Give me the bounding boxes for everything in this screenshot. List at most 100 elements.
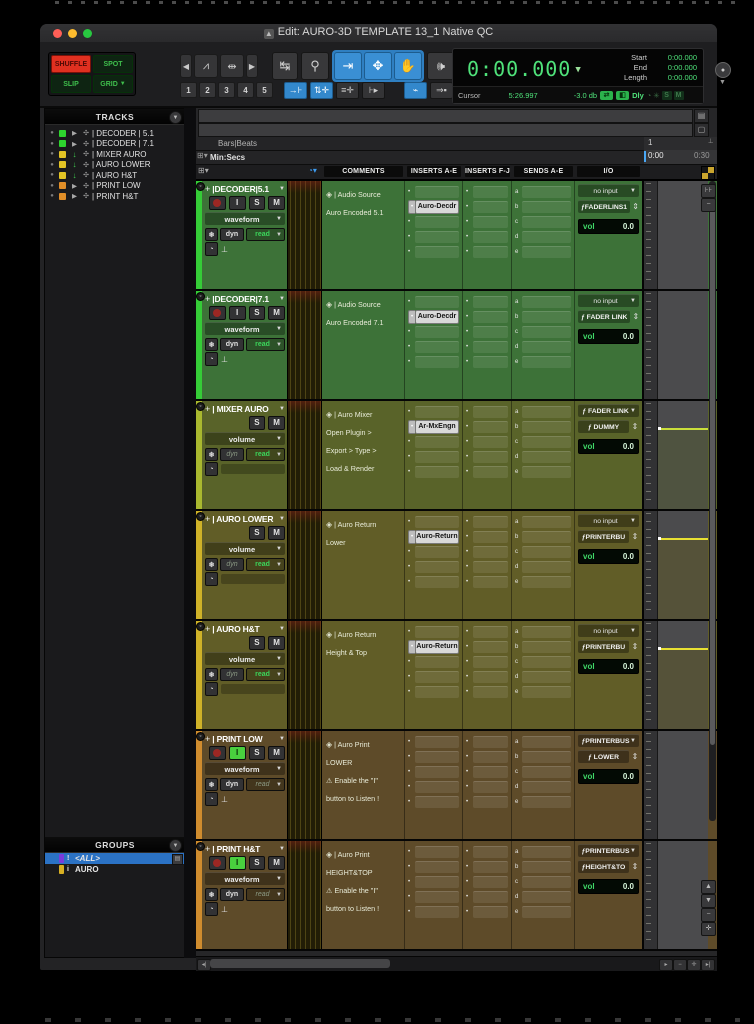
horizontal-scrollbar-thumb[interactable] (210, 959, 390, 968)
track-name[interactable]: | PRINT H&T (212, 844, 260, 854)
track-comments[interactable]: ◈| Auro Return Height & Top (322, 621, 405, 729)
insert-f-j-slot[interactable]: • (463, 529, 511, 544)
zoom-minus-icon[interactable]: − (701, 908, 716, 922)
column-header-sends-a-e[interactable]: SENDS A-E (514, 166, 573, 177)
dyn-button[interactable]: dyn (220, 228, 244, 241)
timeline-strip[interactable] (198, 123, 693, 137)
track-select-dot-icon[interactable]: ● (45, 130, 59, 136)
insert-a-e-slot[interactable]: • (405, 889, 462, 904)
solo-button[interactable]: S (249, 746, 266, 760)
insert-a-e-slot[interactable]: • (405, 244, 462, 259)
dyn-button[interactable]: dyn (220, 888, 244, 901)
dyn-button[interactable]: dyn (220, 558, 244, 571)
insert-a-e-slot[interactable]: • (405, 354, 462, 369)
automation-mode-button[interactable]: read▼ (246, 668, 285, 681)
send-slot[interactable]: a (512, 844, 574, 859)
track-expand-icon[interactable]: + (205, 844, 210, 854)
audio-zoom-icon[interactable]: ⩘ (194, 54, 218, 78)
output-path-icon[interactable]: ⇕ (631, 532, 639, 541)
sidebar-track-item[interactable]: ● ▶ ✣ | PRINT LOW (45, 181, 185, 192)
send-slot[interactable]: d (512, 779, 574, 794)
volume-display[interactable]: vol0.0 (578, 549, 639, 564)
track-select-dot-icon[interactable]: ● (45, 172, 59, 178)
track-view-selector[interactable]: volume▼ (205, 652, 285, 665)
timebase-icon[interactable]: ◔ (205, 792, 218, 806)
dyn-button[interactable]: dyn (220, 338, 244, 351)
sidebar-track-item[interactable]: ● ▶ ✣ | DECODER | 7.1 (45, 139, 185, 150)
insert-a-e-slot[interactable]: • (405, 859, 462, 874)
solo-button[interactable]: S (249, 636, 266, 650)
track-expand-icon[interactable]: + (205, 624, 210, 634)
insert-a-e-slot[interactable]: • (405, 559, 462, 574)
insert-a-e-slot[interactable]: • (405, 434, 462, 449)
insert-a-e-slot[interactable]: • (405, 624, 462, 639)
insert-f-j-slot[interactable]: • (463, 339, 511, 354)
elastic-audio-icon[interactable]: ❄ (205, 558, 218, 571)
track-comments[interactable]: ◈| Auro Print LOWER ⚠ Enable the "I" but… (322, 731, 405, 839)
track-select-dot-icon[interactable]: ● (45, 183, 59, 189)
solo-button[interactable]: S (249, 526, 266, 540)
track-comments[interactable]: ◈| Audio Source Auro Encoded 7.1 (322, 291, 405, 399)
track-comments[interactable]: ◈| Auro Mixer Open Plugin > Export > Typ… (322, 401, 405, 509)
send-slot[interactable]: b (512, 199, 574, 214)
output-selector[interactable]: ƒ FADER LINK (578, 310, 630, 323)
output-path-icon[interactable]: ⇕ (632, 202, 639, 211)
insert-a-e-slot[interactable]: •Auro-Return (405, 639, 462, 654)
track-expand-icon[interactable]: + (205, 734, 210, 744)
track-expand-icon[interactable]: + (205, 294, 210, 304)
input-monitor-button[interactable]: I (229, 746, 246, 760)
send-slot[interactable]: c (512, 874, 574, 889)
solo-button[interactable]: S (249, 416, 266, 430)
insert-a-e-slot[interactable]: •Auro-Decdr (405, 309, 462, 324)
insert-f-j-slot[interactable]: • (463, 889, 511, 904)
horizontal-scrollbar[interactable]: ◂| ▸ − ✛ ▸| (196, 956, 717, 971)
send-slot[interactable]: d (512, 229, 574, 244)
track-expand-icon[interactable]: + (205, 514, 210, 524)
sidebar-track-item[interactable]: ● ↓ ✣ | MIXER AURO (45, 149, 185, 160)
insert-f-j-slot[interactable]: • (463, 794, 511, 809)
bars-beats-ruler[interactable]: Bars|Beats 1 ⟂ (196, 137, 717, 151)
zoom-preset-4[interactable]: 4 (237, 82, 254, 98)
toolbar-menu-caret-icon[interactable]: ▼ (719, 79, 726, 86)
track-comments[interactable]: ◈| Auro Return Lower (322, 511, 405, 619)
track-view-selector[interactable]: volume▼ (205, 432, 285, 445)
send-slot[interactable]: e (512, 464, 574, 479)
zoom-out-arrow-icon[interactable]: ◀ (180, 54, 192, 78)
insert-a-e-slot[interactable]: • (405, 464, 462, 479)
mute-button[interactable]: M (268, 196, 285, 210)
send-slot[interactable]: e (512, 244, 574, 259)
send-slot[interactable]: e (512, 904, 574, 919)
hscroll-left-icon[interactable]: ◂| (197, 959, 211, 971)
insert-f-j-slot[interactable]: • (463, 324, 511, 339)
output-path-icon[interactable]: ⇕ (631, 862, 639, 871)
insert-f-j-slot[interactable]: • (463, 544, 511, 559)
send-slot[interactable]: d (512, 449, 574, 464)
empty-selector-box[interactable] (221, 574, 285, 584)
insert-a-e-slot[interactable]: • (405, 794, 462, 809)
track-expand-icon[interactable]: + (205, 404, 210, 414)
zoom-preset-5[interactable]: 5 (256, 82, 273, 98)
track-list-view-icon[interactable]: ⊞▾ (198, 166, 209, 175)
track-lane[interactable] (658, 291, 708, 399)
send-slot[interactable]: d (512, 669, 574, 684)
volume-display[interactable]: vol0.0 (578, 439, 639, 454)
send-slot[interactable]: c (512, 324, 574, 339)
automation-follows-edit-icon[interactable]: ⌁ (404, 82, 427, 99)
send-slot[interactable]: c (512, 214, 574, 229)
zoom-in-arrow-icon[interactable]: ▶ (246, 54, 258, 78)
sidebar-track-item[interactable]: ● ▶ ✣ | PRINT H&T (45, 191, 185, 202)
groups-menu-button[interactable]: ▼ (169, 839, 182, 852)
trim-tool-icon[interactable]: ↹ (272, 52, 298, 80)
bars-ruler-track[interactable]: 1 ⟂ (644, 137, 717, 150)
track-name-caret-icon[interactable]: ▼ (279, 296, 285, 302)
output-window-icon[interactable]: ⊥ (221, 355, 228, 364)
column-header-inserts-f-j[interactable]: INSERTS F-J (465, 166, 510, 177)
insert-f-j-slot[interactable]: • (463, 764, 511, 779)
send-slot[interactable]: b (512, 529, 574, 544)
counter-caret-icon[interactable]: ▼ (575, 65, 581, 75)
tab-to-transient-icon[interactable]: →⊦ (284, 82, 307, 99)
automation-line[interactable] (658, 538, 708, 540)
playhead[interactable] (644, 151, 646, 162)
insert-a-e-slot[interactable]: • (405, 574, 462, 589)
mute-button[interactable]: M (268, 416, 285, 430)
